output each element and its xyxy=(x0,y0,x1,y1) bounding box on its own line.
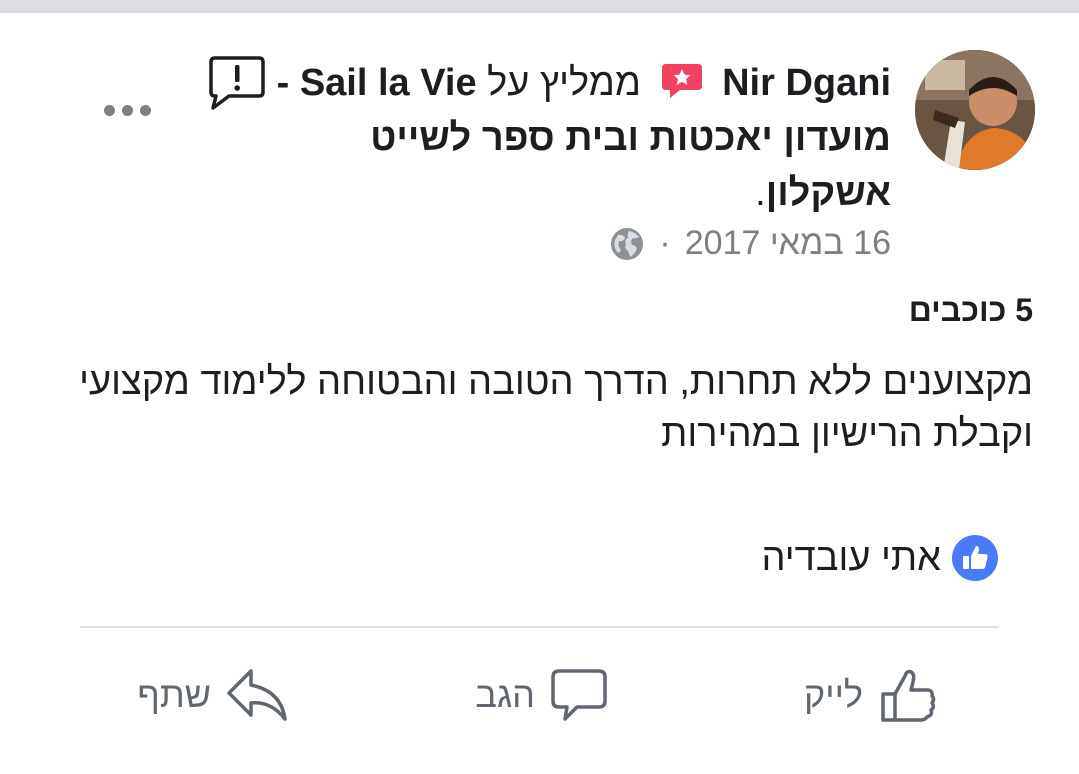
like-badge-icon xyxy=(952,535,998,581)
dot xyxy=(121,104,133,116)
comment-button[interactable]: הגב xyxy=(475,655,609,735)
divider xyxy=(80,626,999,628)
globe-icon[interactable] xyxy=(609,226,645,262)
avatar[interactable] xyxy=(915,50,1035,170)
top-status-strip xyxy=(0,0,1079,13)
report-icon[interactable] xyxy=(207,54,267,112)
action-bar: לייק הגב שתף xyxy=(0,655,1079,735)
dot xyxy=(103,104,115,116)
reactions-summary[interactable]: אתי עובדיה xyxy=(761,534,999,582)
recommend-verb: ממליץ על xyxy=(487,62,641,104)
share-label: שתף xyxy=(137,674,211,715)
liked-by-name[interactable]: אתי עובדיה xyxy=(761,537,941,580)
review-text: מקצוענים ללא תחרות, הדרך הטובה והבטוחה ל… xyxy=(79,361,1033,455)
comment-label: הגב xyxy=(475,674,535,715)
recommend-badge-icon xyxy=(660,61,704,99)
more-options-icon[interactable] xyxy=(96,92,158,128)
like-label: לייק xyxy=(803,674,863,715)
comment-icon xyxy=(551,669,607,721)
post-meta: 16 במאי 2017 · xyxy=(609,224,891,263)
post-headline: Nir Dgani ממליץ על Sail la Vie - מועדון … xyxy=(251,56,891,221)
post-date[interactable]: 16 במאי 2017 xyxy=(685,224,891,263)
author-name[interactable]: Nir Dgani xyxy=(722,62,891,104)
thumbs-up-icon xyxy=(881,669,936,722)
dot xyxy=(139,104,151,116)
like-button[interactable]: לייק xyxy=(804,655,939,735)
share-button[interactable]: שתף xyxy=(137,655,289,735)
rating-text: 5 כוכבים xyxy=(908,292,1033,328)
meta-separator: · xyxy=(659,224,671,262)
share-icon xyxy=(227,669,287,721)
headline-period: . xyxy=(755,172,766,214)
